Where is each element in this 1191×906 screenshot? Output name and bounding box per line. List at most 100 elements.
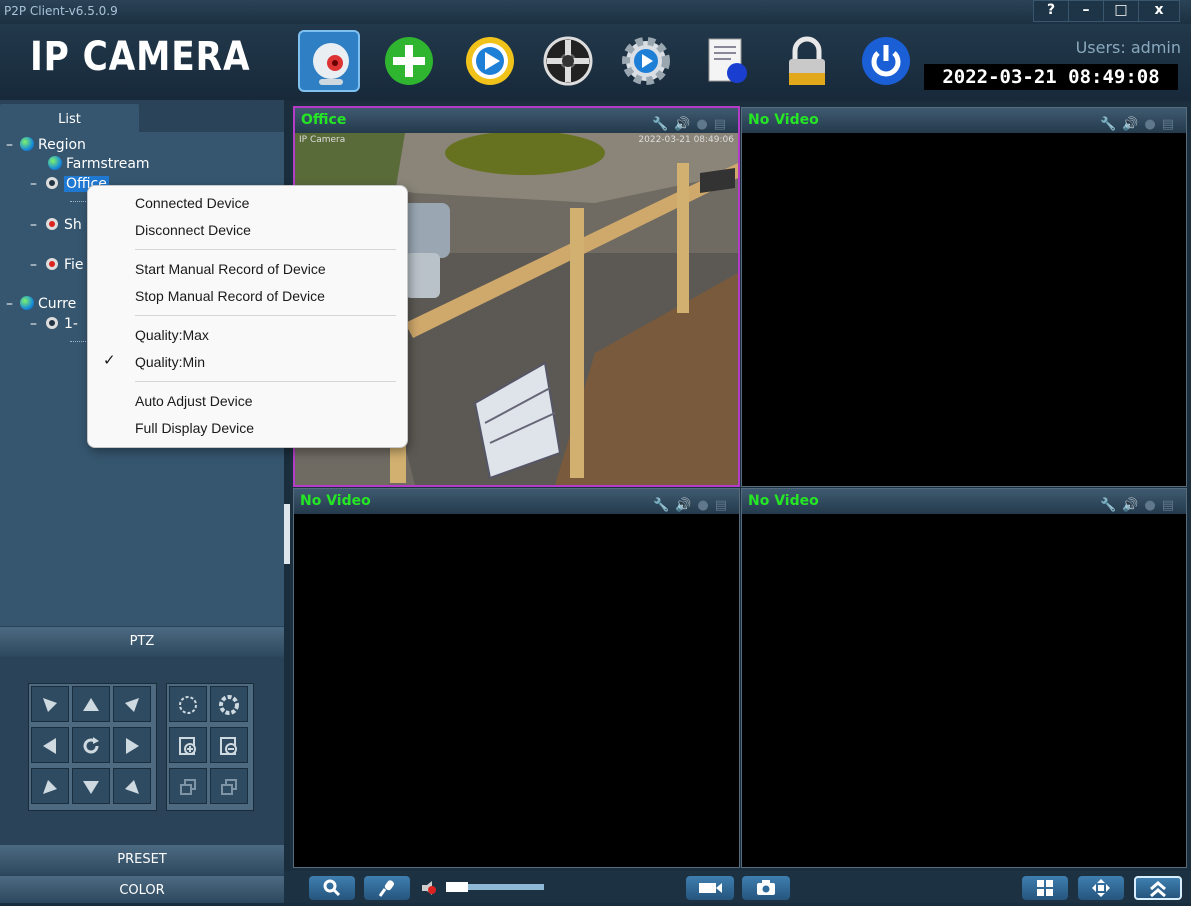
focus-far-icon [221,779,237,795]
video-cell-3[interactable]: No Video 🔧🔊●▤ [293,488,740,868]
video-cell-2[interactable]: No Video 🔧🔊●▤ [741,107,1187,487]
menu-item-stop-manual-record[interactable]: Stop Manual Record of Device [135,284,325,308]
search-icon [323,879,341,897]
zoom-out-button[interactable] [210,727,248,763]
iris-close-icon [179,696,197,714]
record-button[interactable] [686,876,734,900]
arrow-up-icon [83,698,99,711]
cell-controls[interactable]: 🔧🔊●▤ [653,493,733,518]
search-button[interactable] [309,876,355,900]
ptz-header[interactable]: PTZ [0,627,284,657]
globe-icon [20,296,34,310]
log-button[interactable] [696,30,758,92]
mute-icon[interactable] [420,879,440,897]
gear-icon [622,37,670,85]
tree-node-farmstream[interactable]: Farmstream [48,156,150,172]
grid-icon [1037,880,1053,896]
maximize-button[interactable]: □ [1103,0,1139,22]
menu-separator [135,315,396,316]
preset-header[interactable]: PRESET [0,845,284,875]
lock-button[interactable] [776,30,838,92]
ptz-down-button[interactable] [72,768,110,804]
collapse-panel-button[interactable] [1134,876,1182,900]
camera-offline-icon [46,218,58,230]
snapshot-button[interactable] [742,876,790,900]
fullscreen-button[interactable] [1078,876,1124,900]
title-bar [0,0,1191,24]
layout-grid-button[interactable] [1022,876,1068,900]
video-cell-header: No Video 🔧🔊●▤ [742,108,1186,133]
menu-item-auto-adjust[interactable]: Auto Adjust Device [135,389,253,413]
camera-snapshot-icon [757,880,775,895]
tab-list[interactable]: List [0,104,139,134]
app-logo: IP CAMERA [30,34,251,80]
zoom-in-button[interactable] [169,727,207,763]
close-button[interactable]: x [1138,0,1180,22]
iris-close-button[interactable] [169,686,207,722]
arrow-right-icon [126,738,139,754]
menu-separator [135,381,396,382]
ptz-left-button[interactable] [31,727,69,763]
tree-node-1[interactable]: –1- [30,316,78,332]
camera-offline-icon [46,258,58,270]
tree-label: Farmstream [66,156,150,172]
power-icon [862,37,910,85]
focus-far-button[interactable] [210,768,248,804]
talk-button[interactable] [364,876,410,900]
feed-overlay-name: IP Camera [299,135,346,145]
video-record-icon [699,883,722,893]
ptz-up-right-button[interactable] [113,686,151,722]
tree-label: Sh [64,217,82,233]
playback-button[interactable] [459,30,521,92]
globe-icon [48,156,62,170]
ptz-down-right-button[interactable] [113,768,151,804]
tree-label: 1- [64,316,78,332]
app-title: P2P Client-v6.5.0.9 [4,4,118,18]
help-button[interactable]: ? [1033,0,1069,22]
minimize-button[interactable]: – [1068,0,1104,22]
focus-near-button[interactable] [169,768,207,804]
settings-button[interactable] [615,30,677,92]
menu-separator [135,249,396,250]
ptz-up-left-button[interactable] [31,686,69,722]
tree-label: Fie [64,257,84,273]
lock-icon [789,36,825,85]
cell-controls[interactable]: 🔧🔊●▤ [1100,493,1180,518]
arrow-down-icon [83,781,99,794]
video-cell-title: No Video [748,493,819,509]
focus-near-icon [180,779,196,795]
menu-item-full-display[interactable]: Full Display Device [135,416,254,440]
tree-node-fie[interactable]: – Fie [30,257,84,273]
menu-item-start-manual-record[interactable]: Start Manual Record of Device [135,257,326,281]
power-button[interactable] [855,30,917,92]
add-icon [385,37,433,85]
tree-node-sh[interactable]: – Sh [30,217,82,233]
ptz-center-button[interactable] [72,727,110,763]
camera-view-button[interactable] [298,30,360,92]
menu-item-disconnect-device[interactable]: Disconnect Device [135,218,251,242]
document-icon [708,38,747,83]
menu-item-quality-max[interactable]: Quality:Max [135,323,209,347]
arrow-down-left-icon [43,780,57,794]
tree-node-current[interactable]: – Curre [6,296,76,312]
volume-slider-handle[interactable] [446,882,468,892]
menu-item-quality-min[interactable]: Quality:Min [135,350,205,374]
ptz-control-button[interactable] [537,30,599,92]
cell-controls[interactable]: 🔧🔊●▤ [1100,112,1180,137]
iris-open-button[interactable] [210,686,248,722]
ptz-down-left-button[interactable] [31,768,69,804]
video-cell-title: Office [301,112,347,128]
color-header[interactable]: COLOR [0,876,284,903]
users-label: Users: admin [1075,38,1181,57]
video-cell-4[interactable]: No Video 🔧🔊●▤ [741,488,1187,868]
ptz-right-button[interactable] [113,727,151,763]
tree-label: Region [38,137,86,153]
refresh-icon [83,737,99,754]
zoom-out-icon [220,737,237,755]
menu-item-connected-device[interactable]: Connected Device [135,191,249,215]
video-cell-header: Office 🔧🔊●▤ [295,108,738,133]
ptz-up-button[interactable] [72,686,110,722]
tree-node-region[interactable]: – Region [6,137,86,153]
video-cell-header: No Video 🔧🔊●▤ [294,489,739,514]
add-device-button[interactable] [378,30,440,92]
